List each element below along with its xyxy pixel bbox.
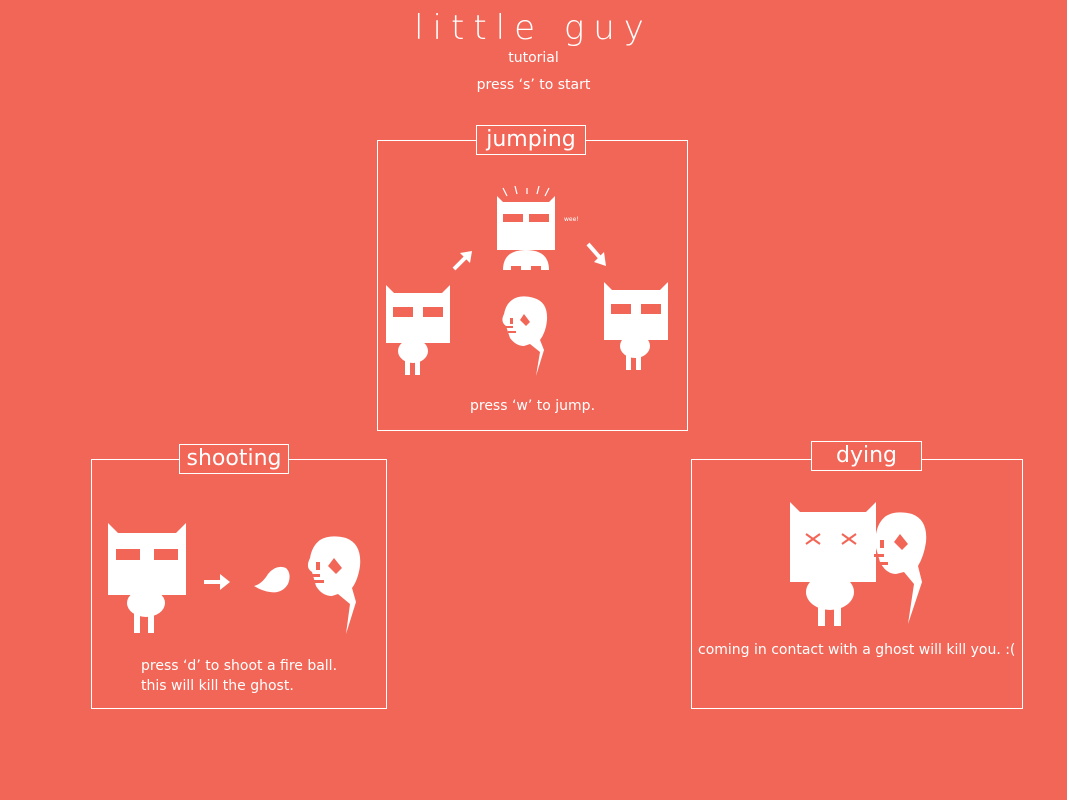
shooting-panel-title: shooting: [179, 444, 289, 474]
little-guy-jumping-icon: [497, 186, 555, 272]
little-guy-shooting-icon: [108, 523, 186, 633]
tutorial-subtitle: tutorial: [508, 50, 559, 66]
dying-panel-title: dying: [811, 441, 922, 471]
little-guy-landed-icon: [604, 282, 668, 370]
start-hint: press ‘s’ to start: [476, 77, 591, 93]
dying-caption: coming in contact with a ghost will kill…: [698, 642, 1016, 658]
little-guy-standing-icon: [386, 285, 450, 375]
jumping-caption: press ‘w’ to jump.: [469, 398, 596, 414]
shooting-caption-line2: this will kill the ghost.: [141, 678, 294, 694]
little-guy-dead-icon: [790, 502, 876, 626]
arrow-down-right-icon: [586, 242, 606, 266]
shooting-caption-line1: press ‘d’ to shoot a fire ball.: [141, 658, 338, 674]
arrow-up-right-icon: [452, 251, 472, 271]
skull-ghost-icon: [502, 296, 548, 376]
game-title: little guy: [414, 8, 653, 48]
fireball-icon: [254, 566, 290, 593]
jumping-panel-title: jumping: [476, 125, 586, 155]
arrow-right-icon: [204, 574, 230, 590]
skull-ghost-target-icon: [307, 536, 361, 634]
skull-ghost-killer-icon: [873, 512, 927, 624]
wee-sound-text: wee!: [564, 216, 579, 223]
